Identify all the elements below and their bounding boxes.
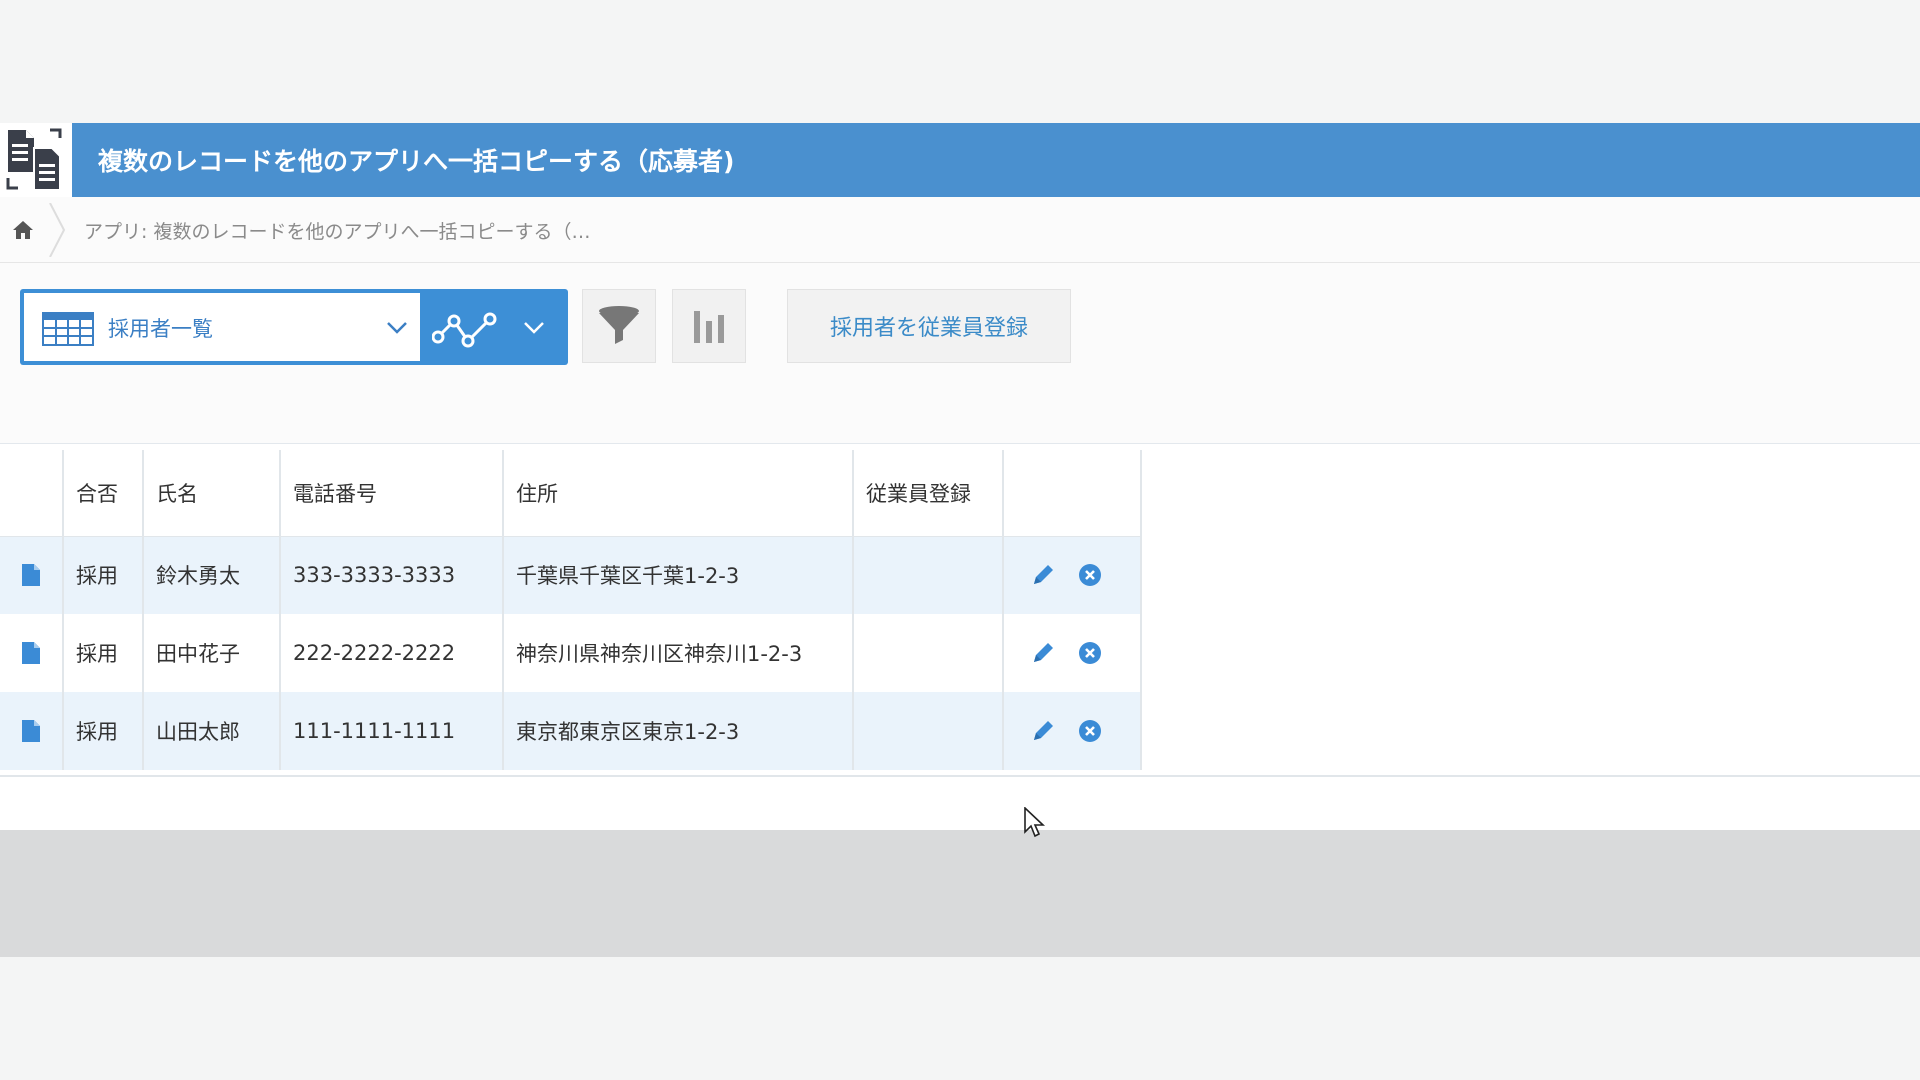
pencil-icon[interactable] — [1030, 562, 1056, 588]
breadcrumb-separator — [49, 203, 66, 257]
close-circle-icon[interactable] — [1078, 641, 1102, 665]
cell-actions — [1003, 692, 1142, 770]
cell-actions — [1003, 536, 1142, 614]
cell-name: 山田太郎 — [143, 692, 281, 770]
header-address[interactable]: 住所 — [503, 450, 854, 536]
pencil-icon[interactable] — [1030, 718, 1056, 744]
page-title: 複数のレコードを他のアプリへ一括コピーする（応募者) — [98, 147, 735, 176]
view-selector[interactable]: 採用者一覧 — [20, 289, 568, 365]
line-graph-icon[interactable] — [432, 309, 498, 349]
cell-pass: 採用 — [63, 536, 144, 614]
header-actions — [1003, 450, 1142, 536]
table-row: 採用 田中花子 222-2222-2222 神奈川県神奈川区神奈川1-2-3 — [0, 614, 1142, 692]
title-band: 複数のレコードを他のアプリへ一括コピーする（応募者) — [72, 123, 1920, 197]
chevron-down-icon — [387, 322, 407, 334]
footer-band — [0, 830, 1920, 957]
filter-button[interactable] — [582, 289, 656, 363]
header-blank — [0, 450, 64, 536]
record-open-cell[interactable] — [0, 536, 64, 614]
header-name[interactable]: 氏名 — [143, 450, 281, 536]
cell-name: 鈴木勇太 — [143, 536, 281, 614]
document-icon[interactable] — [22, 720, 40, 742]
breadcrumb-app-link[interactable]: アプリ: 複数のレコードを他のアプリへ一括コピーする（… — [84, 217, 590, 244]
table-row: 採用 鈴木勇太 333-3333-3333 千葉県千葉区千葉1-2-3 — [0, 536, 1142, 614]
record-open-cell[interactable] — [0, 614, 64, 692]
cell-pass: 採用 — [63, 614, 144, 692]
table-grid-icon — [42, 312, 94, 346]
table-row: 採用 山田太郎 111-1111-1111 東京都東京区東京1-2-3 — [0, 692, 1142, 770]
app-header: 複数のレコードを他のアプリへ一括コピーする（応募者) — [0, 123, 1920, 197]
breadcrumb: アプリ: 複数のレコードを他のアプリへ一括コピーする（… — [0, 197, 1920, 263]
cell-employee-registered — [853, 692, 1004, 770]
chart-button[interactable] — [672, 289, 746, 363]
close-circle-icon[interactable] — [1078, 563, 1102, 587]
chevron-down-icon[interactable] — [523, 321, 545, 335]
table-header-row: 合否 氏名 電話番号 住所 従業員登録 — [0, 450, 1142, 536]
view-label: 採用者一覧 — [108, 317, 213, 341]
cell-employee-registered — [853, 614, 1004, 692]
document-icon[interactable] — [22, 642, 40, 664]
view-dropdown[interactable]: 採用者一覧 — [24, 293, 420, 361]
records-table: 合否 氏名 電話番号 住所 従業員登録 採用 鈴木勇太 333-3333-333… — [0, 450, 1920, 777]
app-window: 複数のレコードを他のアプリへ一括コピーする（応募者) アプリ: 複数のレコードを… — [0, 123, 1920, 957]
cell-phone: 222-2222-2222 — [280, 614, 504, 692]
home-icon[interactable] — [12, 219, 34, 241]
cell-address: 東京都東京区東京1-2-3 — [503, 692, 854, 770]
cell-address: 神奈川県神奈川区神奈川1-2-3 — [503, 614, 854, 692]
cell-name: 田中花子 — [143, 614, 281, 692]
cell-actions — [1003, 614, 1142, 692]
bar-chart-icon — [694, 311, 724, 343]
register-employees-button[interactable]: 採用者を従業員登録 — [787, 289, 1071, 363]
header-pass[interactable]: 合否 — [63, 450, 144, 536]
record-open-cell[interactable] — [0, 692, 64, 770]
pencil-icon[interactable] — [1030, 640, 1056, 666]
record-list: 合否 氏名 電話番号 住所 従業員登録 採用 鈴木勇太 333-3333-333… — [0, 450, 1142, 770]
toolbar: 採用者一覧 採用者を従業員登録 — [0, 263, 1920, 444]
close-circle-icon[interactable] — [1078, 719, 1102, 743]
cell-employee-registered — [853, 536, 1004, 614]
copy-records-icon[interactable] — [0, 123, 72, 197]
header-phone[interactable]: 電話番号 — [280, 450, 504, 536]
cell-address: 千葉県千葉区千葉1-2-3 — [503, 536, 854, 614]
cell-phone: 111-1111-1111 — [280, 692, 504, 770]
header-employee-registered[interactable]: 従業員登録 — [853, 450, 1004, 536]
mouse-pointer-icon — [1024, 807, 1046, 838]
document-icon[interactable] — [22, 564, 40, 587]
cell-phone: 333-3333-3333 — [280, 536, 504, 614]
funnel-icon — [599, 306, 639, 344]
cell-pass: 採用 — [63, 692, 144, 770]
